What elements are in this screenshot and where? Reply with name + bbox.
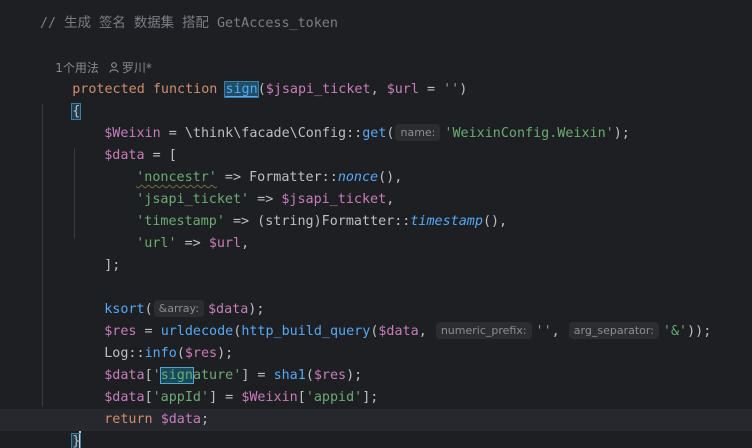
punct: )); <box>687 324 712 339</box>
bracket: [ <box>297 390 306 405</box>
param: $jsapi_ticket <box>265 82 371 97</box>
param: $url <box>386 82 419 97</box>
param-hint: arg_separator: <box>568 322 659 339</box>
code-line-timestamp[interactable]: 'timestamp' => (string)Formatter::timest… <box>104 189 507 229</box>
code-line-array-close[interactable]: ]; <box>72 233 120 273</box>
string: '' <box>443 82 460 97</box>
param-hint: name: <box>395 124 441 141</box>
code-line-signature[interactable]: protected function sign($jsapi_ticket, $… <box>40 57 467 98</box>
code-line-res[interactable]: $res = urldecode(http_build_query($data,… <box>72 299 711 339</box>
string: 'appid' <box>305 390 363 405</box>
punct: , <box>418 324 435 339</box>
punct: ]; <box>362 390 379 405</box>
punct: (), <box>482 214 508 229</box>
code-line-signature-assign[interactable]: $data['signature'] = sha1($res); <box>72 343 362 384</box>
code-line-appid[interactable]: $data['appId'] = $Weixin['appid']; <box>72 365 378 405</box>
punct: , <box>370 82 387 97</box>
code-line-url[interactable]: 'url' => $url, <box>104 211 249 251</box>
static-call: timestamp <box>410 214 483 229</box>
code-text: ]; <box>104 258 121 273</box>
variable: $Weixin <box>241 390 298 405</box>
code-line-weixin[interactable]: $Weixin = \think\facade\Config::get(name… <box>72 101 630 141</box>
code-line-noncestr[interactable]: 'noncestr' => Formatter::nonce(), <box>104 145 402 185</box>
punct: , <box>241 236 250 251</box>
punct: ); <box>613 126 630 141</box>
code-line-ksort[interactable]: ksort(&array: $data); <box>72 277 264 317</box>
keyword: function <box>152 82 218 97</box>
text-caret <box>79 431 82 448</box>
function-name-sign[interactable]: sign <box>224 81 259 98</box>
string: 'WeixinConfig.Weixin' <box>444 126 614 141</box>
code-vision-meta[interactable]: 1个用法 罗川* <box>40 35 152 75</box>
string: '&' <box>662 324 688 339</box>
variable: $url <box>208 236 242 251</box>
keyword: protected <box>72 82 145 97</box>
string: 'url' <box>136 236 177 251</box>
code-line-jsapi-ticket[interactable]: 'jsapi_ticket' => $jsapi_ticket, <box>104 167 394 207</box>
paren: ( <box>257 82 266 97</box>
punct: ; <box>201 412 210 427</box>
indent-guide <box>42 104 43 406</box>
code-line-close-brace[interactable]: } <box>40 409 82 448</box>
punct: , <box>551 324 568 339</box>
doc-comment: // 生成 签名 数据集 搭配 GetAccess_token <box>40 16 338 31</box>
param-hint: numeric_prefix: <box>435 322 532 339</box>
code-text: ] = <box>209 390 242 405</box>
code-line-open-brace[interactable]: { <box>40 79 82 120</box>
code-line-data-array[interactable]: $data = [ <box>72 123 177 163</box>
code-editor[interactable]: // 生成 签名 数据集 搭配 GetAccess_token 1个用法 罗川* … <box>0 0 752 448</box>
function-call: http_build_query <box>241 324 371 339</box>
code-line-return[interactable]: return $data; <box>72 387 209 427</box>
paren: ( <box>386 126 395 141</box>
paren: ) <box>459 82 468 97</box>
code-text: => <box>176 236 209 251</box>
code-line-log[interactable]: Log::info($res); <box>72 321 233 361</box>
method-call: get <box>362 126 387 141</box>
keyword: return <box>104 412 153 427</box>
code-text: => (string)Formatter:: <box>224 214 411 229</box>
variable: $data <box>378 324 419 339</box>
code-text: = \think\facade\Config:: <box>160 126 363 141</box>
variable: $data <box>160 412 201 427</box>
string: '' <box>535 324 552 339</box>
punct: = <box>418 82 444 97</box>
